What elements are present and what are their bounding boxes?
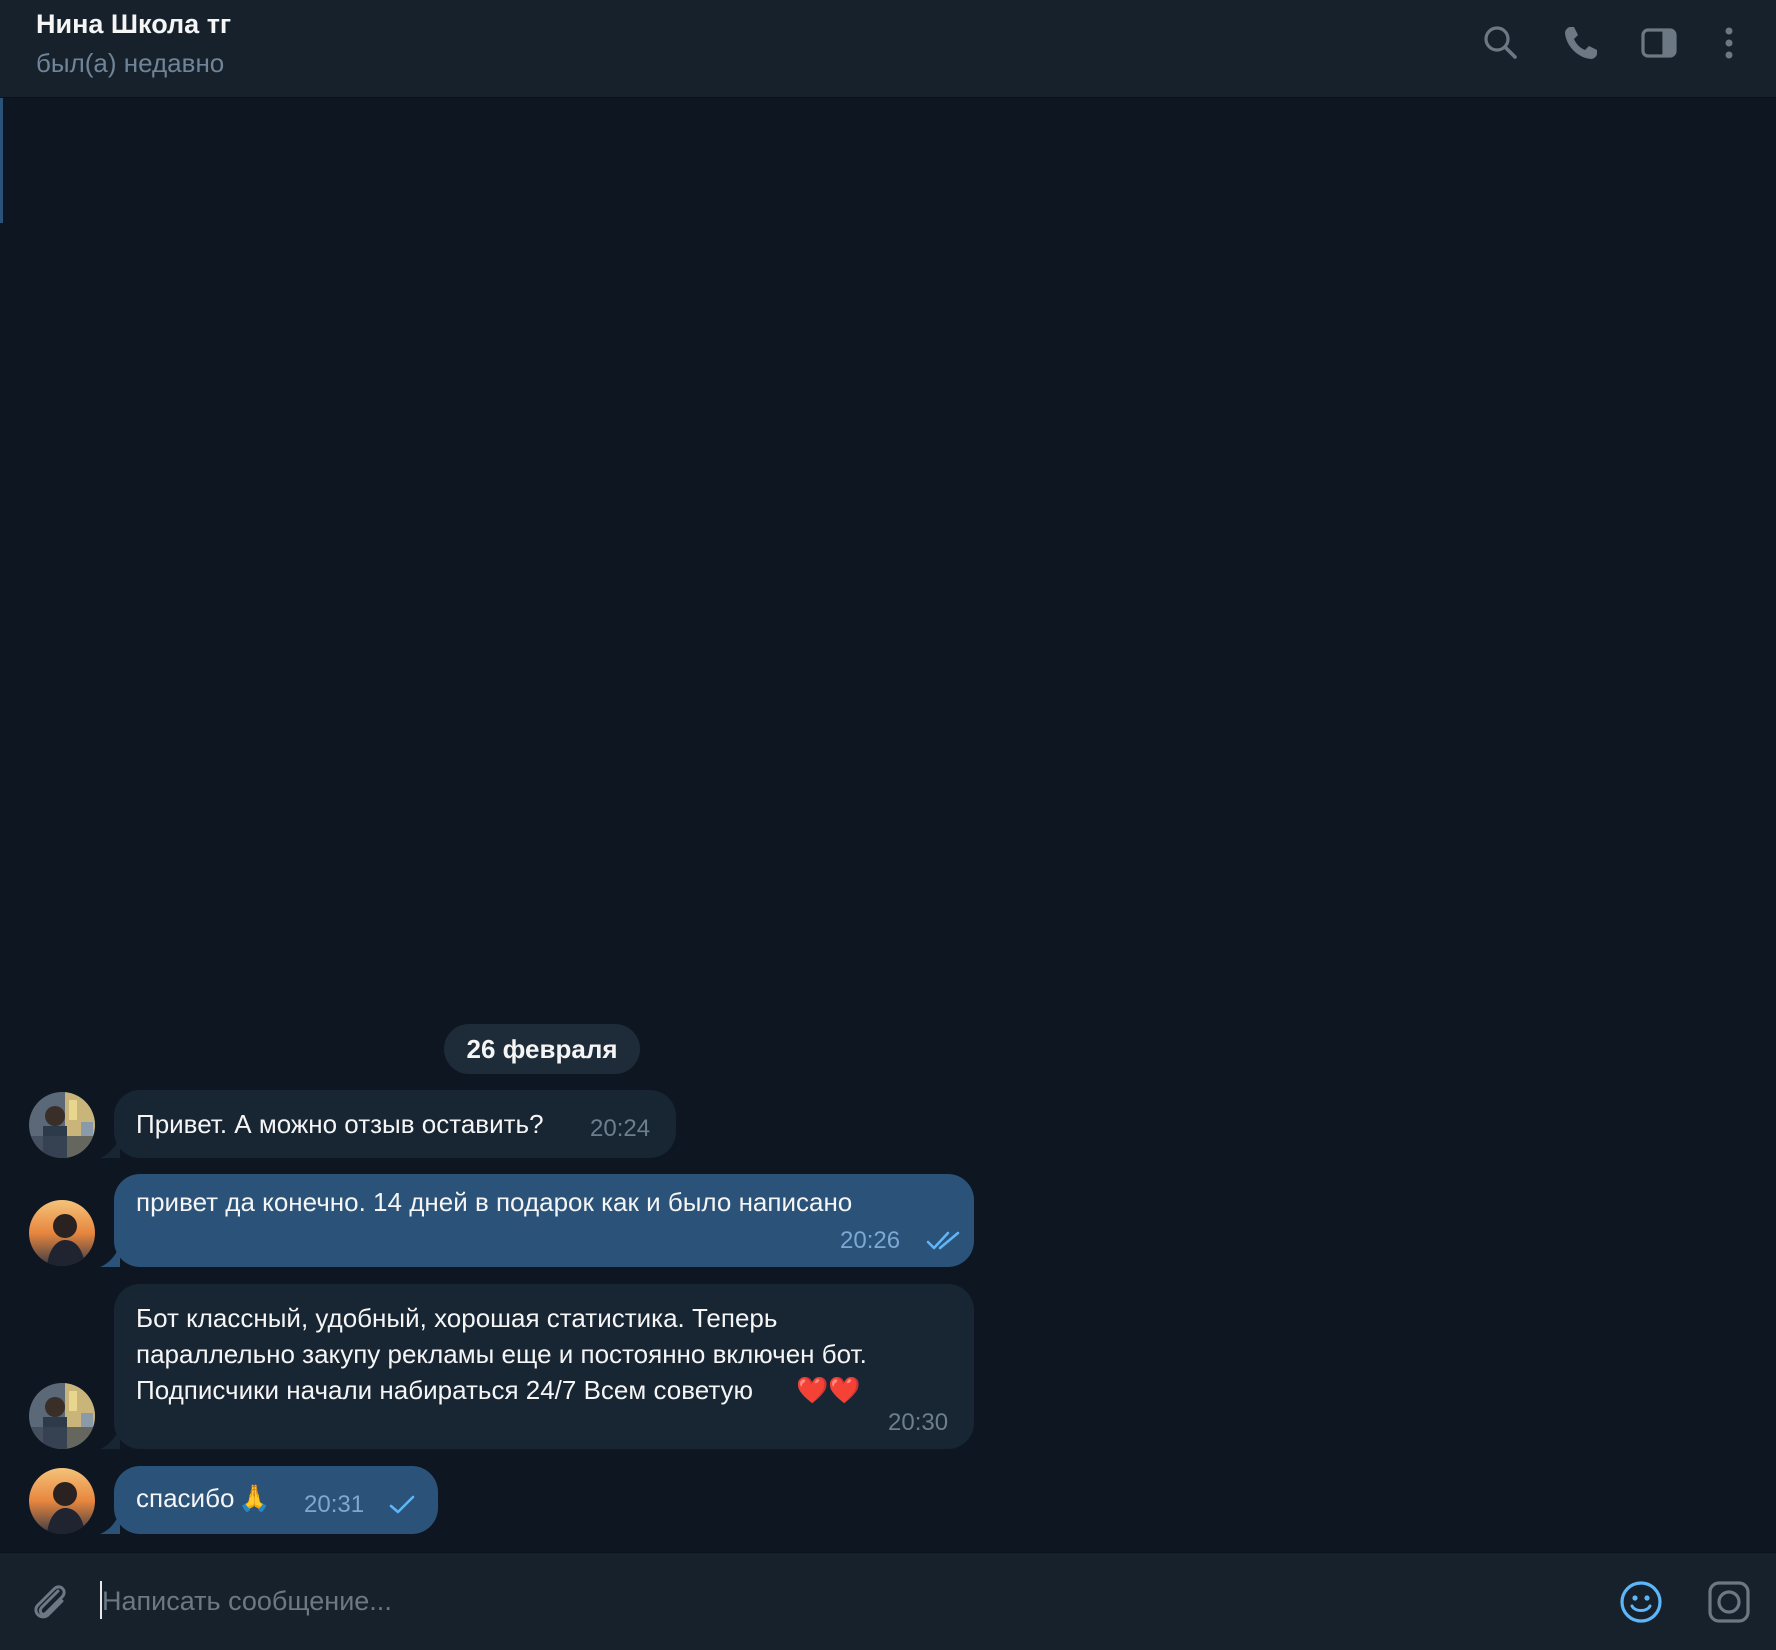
chat-title[interactable]: Нина Школа тг <box>36 9 231 40</box>
sidebar-toggle-icon[interactable] <box>1638 22 1680 64</box>
message-time: 20:24 <box>590 1115 651 1142</box>
message-time: 20:30 <box>888 1409 949 1436</box>
message-time: 20:31 <box>304 1491 365 1518</box>
single-check-icon <box>388 1494 416 1516</box>
chat-header: Нина Школа тг был(а) недавно <box>0 0 1776 98</box>
avatar-self[interactable] <box>29 1200 95 1266</box>
scroll-accent <box>0 98 3 223</box>
message-text: привет да конечно. 14 дней в подарок как… <box>136 1187 853 1217</box>
date-separator: 26 февраля <box>444 1024 640 1074</box>
attach-icon[interactable] <box>28 1579 74 1625</box>
message-text-line: Подписчики начали набираться 24/7 Всем с… <box>136 1375 754 1405</box>
message-text: спасибо <box>136 1483 235 1513</box>
more-vert-icon[interactable] <box>1708 22 1750 64</box>
message-bubble-incoming[interactable]: Бот классный, удобный, хорошая статистик… <box>114 1284 974 1449</box>
chat-window: Нина Школа тг был(а) недавно 26 февраля <box>0 0 1776 1650</box>
message-text: Привет. А можно отзыв оставить? <box>136 1109 544 1139</box>
search-icon[interactable] <box>1480 22 1522 64</box>
message-text-line: Бот классный, удобный, хорошая статистик… <box>136 1303 778 1333</box>
message-bubble-outgoing[interactable]: спасибо 🙏 20:31 <box>114 1466 438 1534</box>
avatar[interactable] <box>29 1383 95 1449</box>
phone-icon[interactable] <box>1560 22 1602 64</box>
heart-emoji: ❤️❤️ <box>796 1375 861 1405</box>
double-check-icon <box>926 1230 962 1252</box>
message-text-line: параллельно закупу рекламы еще и постоян… <box>136 1339 867 1369</box>
message-composer <box>0 1552 1776 1650</box>
camera-icon[interactable] <box>1706 1579 1752 1625</box>
message-bubble-incoming[interactable]: Привет. А можно отзыв оставить? 20:24 <box>114 1090 676 1158</box>
emoji-icon[interactable] <box>1618 1579 1664 1625</box>
chat-status: был(а) недавно <box>36 48 225 78</box>
message-bubble-outgoing[interactable]: привет да конечно. 14 дней в подарок как… <box>114 1174 974 1267</box>
message-input[interactable] <box>102 1581 1582 1621</box>
message-time: 20:26 <box>840 1227 901 1254</box>
avatar[interactable] <box>29 1092 95 1158</box>
pray-emoji: 🙏 <box>238 1483 271 1513</box>
avatar-self[interactable] <box>29 1468 95 1534</box>
